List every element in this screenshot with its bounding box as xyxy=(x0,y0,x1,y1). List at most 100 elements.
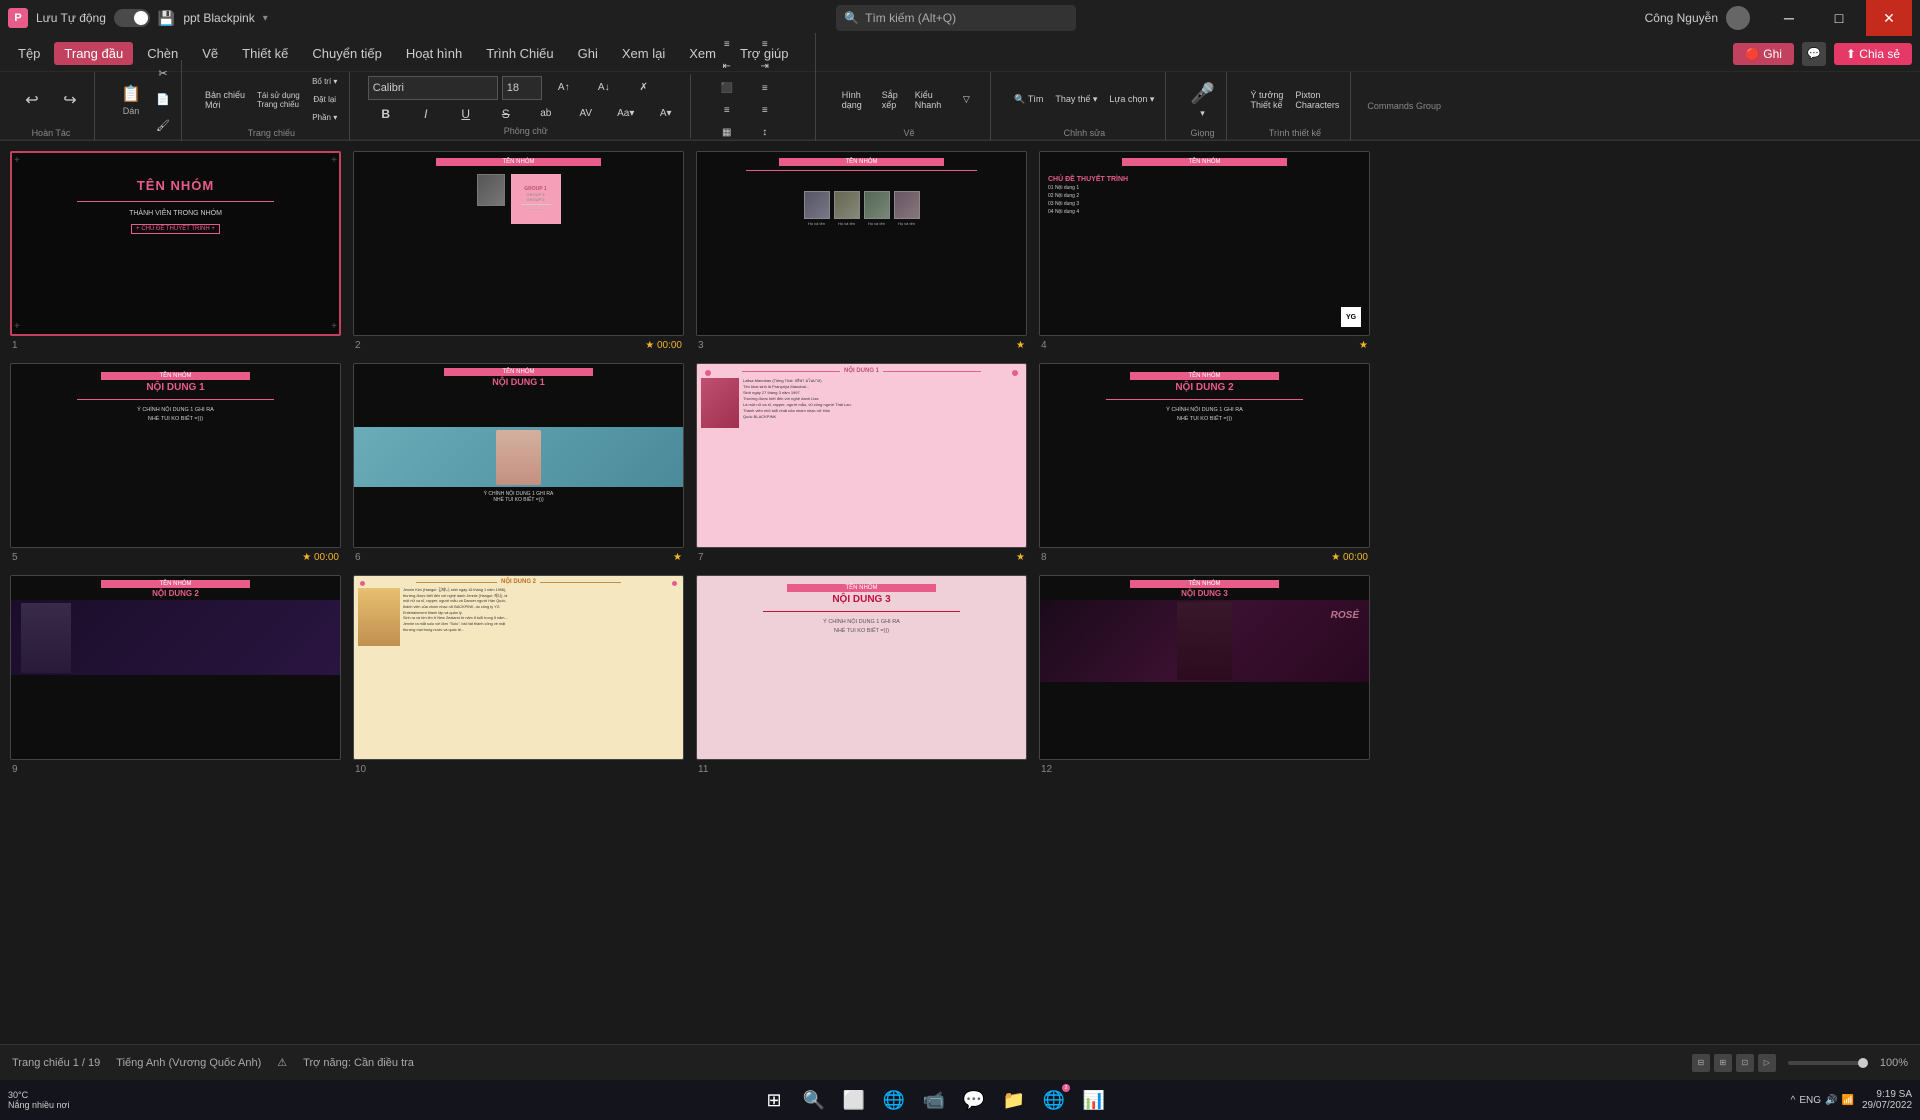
menu-transitions[interactable]: Chuyển tiếp xyxy=(302,42,391,65)
dictate-button[interactable]: 🎤▾ xyxy=(1184,74,1220,126)
slide-info-3: 3 ★ xyxy=(696,340,1027,351)
underline-button[interactable]: U xyxy=(448,104,484,124)
slide-thumb-9[interactable]: TÊN NHÓM NỘI DUNG 2 xyxy=(10,575,341,760)
decrease-font-button[interactable]: A↓ xyxy=(586,78,622,98)
section-button[interactable]: Phần ▾ xyxy=(307,110,343,126)
comment-button[interactable]: 💬 xyxy=(1802,42,1826,66)
increase-font-button[interactable]: A↑ xyxy=(546,78,582,98)
slide-thumb-7[interactable]: NỘI DUNG 1 Lalisa Manoban (Tiếng Thái: ล… xyxy=(696,363,1027,548)
chevron-icon[interactable]: ^ xyxy=(1791,1095,1796,1106)
slide-info-12: 12 xyxy=(1039,764,1370,775)
justify-button[interactable]: ≡ xyxy=(747,101,783,121)
italic-button[interactable]: I xyxy=(408,104,444,124)
pixton-button[interactable]: PixtonCharacters xyxy=(1290,74,1344,126)
slide-thumb-1[interactable]: + + TÊN NHÓM THÀNH VIÊN TRONG NHÓM + CHỦ… xyxy=(10,151,341,336)
slide-thumb-2[interactable]: TÊN NHÓM GROUP 1 GROUP 5 GROUP 5 ───── xyxy=(353,151,684,336)
font-color-button[interactable]: A▾ xyxy=(648,104,684,124)
zoom-taskbar-button[interactable]: 📹 xyxy=(916,1082,952,1118)
reuse-slides-button[interactable]: Tái sử dụngTrang chiếu xyxy=(252,74,305,126)
align-right-button[interactable]: ≡ xyxy=(709,101,745,121)
clipboard-group: 📋Dán ✂ 📄 🖌 Bảng tạm xyxy=(107,60,182,152)
slides-panel[interactable]: + + TÊN NHÓM THÀNH VIÊN TRONG NHÓM + CHỦ… xyxy=(0,141,1380,1044)
edge-button[interactable]: 🌐 xyxy=(876,1082,912,1118)
line-spacing-button[interactable]: ↕ xyxy=(747,123,783,143)
format-painter-button[interactable]: 🖌 xyxy=(151,114,175,138)
layout-button[interactable]: Bố trí ▾ xyxy=(307,74,343,90)
presenter-view-icon[interactable]: ▷ xyxy=(1758,1054,1776,1072)
save-icon[interactable]: 💾 xyxy=(158,10,175,27)
slide12-heading: NỘI DUNG 3 xyxy=(1040,589,1369,598)
align-left-button[interactable]: ⬛ xyxy=(709,79,745,99)
powerpoint-taskbar-button[interactable]: 📊 xyxy=(1076,1082,1112,1118)
slide-thumb-3[interactable]: TÊN NHÓM Họ và tên Họ và tên xyxy=(696,151,1027,336)
paste-button[interactable]: 📋Dán xyxy=(113,74,149,126)
search-bar[interactable]: 🔍 Tìm kiếm (Alt+Q) xyxy=(836,5,1076,31)
clear-format-button[interactable]: ✗ xyxy=(626,78,662,98)
columns-button[interactable]: ▦ xyxy=(709,123,745,143)
font-case-button[interactable]: Aa▾ xyxy=(608,104,644,124)
record-button[interactable]: 🔴 Ghi xyxy=(1733,43,1794,65)
select-button[interactable]: Lựa chọn ▾ xyxy=(1104,74,1159,126)
minimize-button[interactable]: ─ xyxy=(1766,0,1812,36)
align-center-button[interactable]: ≡ xyxy=(747,79,783,99)
replace-button[interactable]: Thay thế ▾ xyxy=(1050,74,1102,126)
undo-button[interactable]: ↩ xyxy=(14,74,50,126)
redo-button[interactable]: ↪ xyxy=(52,74,88,126)
slide-sorter-icon[interactable]: ⊞ xyxy=(1714,1054,1732,1072)
shadow-button[interactable]: ab xyxy=(528,104,564,124)
slide6-person xyxy=(496,430,541,485)
reset-button[interactable]: Đặt lại xyxy=(307,92,343,108)
maximize-button[interactable]: □ xyxy=(1816,0,1862,36)
slide-thumb-8[interactable]: TÊN NHÓM NỘI DUNG 2 Ý CHÍNH NỘI DUNG 1 G… xyxy=(1039,363,1370,548)
share-button[interactable]: ⬆ Chia sẻ xyxy=(1834,43,1912,65)
menu-draw[interactable]: Vẽ xyxy=(192,42,228,65)
char-spacing-button[interactable]: AV xyxy=(568,104,604,124)
bold-button[interactable]: B xyxy=(368,104,404,124)
clock[interactable]: 9:19 SA 29/07/2022 xyxy=(1862,1089,1912,1111)
menu-animations[interactable]: Hoạt hình xyxy=(396,42,472,65)
arrange-button[interactable]: Sắpxếp xyxy=(872,74,908,126)
normal-view-icon[interactable]: ⊟ xyxy=(1692,1054,1710,1072)
menu-design[interactable]: Thiết kế xyxy=(232,42,298,65)
cut-button[interactable]: ✂ xyxy=(151,62,175,86)
font-size-input[interactable] xyxy=(502,76,542,100)
shape-fill-button[interactable]: ▽ xyxy=(948,74,984,126)
slide8-heading: NỘI DUNG 2 xyxy=(1040,382,1369,393)
slide-thumb-6[interactable]: TÊN NHÓM NỘI DUNG 1 Ý CHÍNH NỘI DUNG 1 G… xyxy=(353,363,684,548)
zoom-thumb[interactable] xyxy=(1858,1058,1868,1068)
menu-slideshow[interactable]: Trình Chiếu xyxy=(476,42,563,65)
bullets-button[interactable]: ≡ xyxy=(709,35,745,55)
file-explorer-button[interactable]: 📁 xyxy=(996,1082,1032,1118)
teams-button[interactable]: 💬 xyxy=(956,1082,992,1118)
menu-record[interactable]: Ghi xyxy=(568,42,608,65)
network-icon[interactable]: 📶 xyxy=(1842,1095,1854,1106)
close-button[interactable]: ✕ xyxy=(1866,0,1912,36)
task-view-button[interactable]: ⬜ xyxy=(836,1082,872,1118)
menu-review[interactable]: Xem lại xyxy=(612,42,675,65)
reading-view-icon[interactable]: ⊡ xyxy=(1736,1054,1754,1072)
font-family-input[interactable] xyxy=(368,76,498,100)
user-avatar[interactable] xyxy=(1726,6,1750,30)
strikethrough-button[interactable]: S xyxy=(488,104,524,124)
start-button[interactable]: ⊞ xyxy=(756,1082,792,1118)
slide-thumb-4[interactable]: TÊN NHÓM CHỦ ĐỀ THUYẾT TRÌNH 01 Nội dung… xyxy=(1039,151,1370,336)
zoom-slider[interactable] xyxy=(1788,1061,1868,1065)
copy-button[interactable]: 📄 xyxy=(151,88,175,112)
volume-icon[interactable]: 🔊 xyxy=(1825,1095,1837,1106)
increase-indent-button[interactable]: ⇥ xyxy=(747,57,783,77)
slide-thumb-12[interactable]: TÊN NHÓM NỘI DUNG 3 ROSÉ xyxy=(1039,575,1370,760)
quick-style-button[interactable]: KiểuNhanh xyxy=(910,74,947,126)
search-taskbar-button[interactable]: 🔍 xyxy=(796,1082,832,1118)
find-button[interactable]: 🔍 Tìm xyxy=(1009,74,1048,126)
menu-file[interactable]: Tệp xyxy=(8,42,50,65)
new-slide-button[interactable]: Bản chiếuMới xyxy=(200,74,250,126)
slide-thumb-11[interactable]: TÊN NHÓM NỘI DUNG 3 Ý CHÍNH NỘI DUNG 1 G… xyxy=(696,575,1027,760)
slide-thumb-10[interactable]: NỘI DUNG 2 Jennie Kim (Hangul: 김제니; sinh… xyxy=(353,575,684,760)
chrome-button[interactable]: 🌐 2 xyxy=(1036,1082,1072,1118)
numbering-button[interactable]: ≡ xyxy=(747,35,783,55)
design-ideas-button[interactable]: Ý tưởngThiết kế xyxy=(1245,74,1288,126)
autosave-toggle[interactable] xyxy=(114,9,150,27)
shapes-button[interactable]: Hìnhdạng xyxy=(834,74,870,126)
slide-thumb-5[interactable]: TÊN NHÓM NỘI DUNG 1 Ý CHÍNH NỘI DUNG 1 G… xyxy=(10,363,341,548)
decrease-indent-button[interactable]: ⇤ xyxy=(709,57,745,77)
